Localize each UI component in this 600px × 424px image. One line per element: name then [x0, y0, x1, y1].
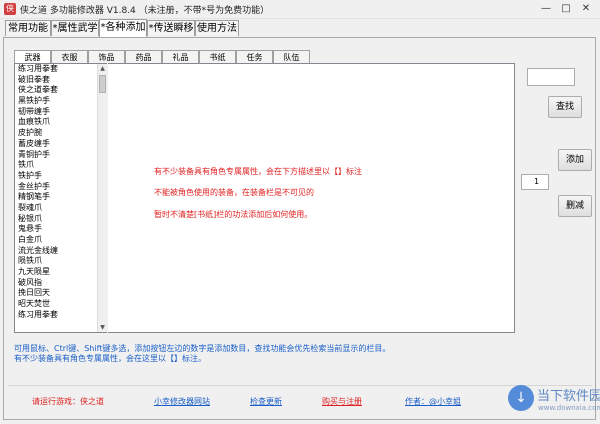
- subtab-quest[interactable]: 任务: [236, 50, 273, 63]
- subtab-medicine[interactable]: 药品: [125, 50, 162, 63]
- minimize-icon[interactable]: —: [536, 2, 556, 16]
- footer-divider: [8, 385, 592, 386]
- subtab-clothes[interactable]: 衣服: [51, 50, 88, 63]
- list-item[interactable]: 鬼悬手: [15, 224, 106, 235]
- window-title: 侠之道 多功能修改器 V1.8.4 （未注册，不带*号为免费功能）: [20, 6, 270, 16]
- description-line: 不能被角色使用的装备，在装备栏是不可见的: [154, 188, 314, 197]
- tab-add-items[interactable]: *各种添加: [99, 19, 147, 37]
- list-item[interactable]: 铁爪: [15, 160, 106, 171]
- list-item[interactable]: 韧带缠手: [15, 107, 106, 118]
- subtab-weapon[interactable]: 武器: [14, 50, 51, 63]
- close-icon[interactable]: ✕: [576, 2, 596, 16]
- list-item[interactable]: 练习用拳套: [15, 64, 106, 75]
- list-scrollbar[interactable]: ▲ ▼: [97, 64, 107, 332]
- list-item[interactable]: 挽日回天: [15, 288, 106, 299]
- maximize-icon[interactable]: □: [556, 2, 576, 16]
- add-button[interactable]: 添加: [558, 149, 592, 171]
- list-item[interactable]: 陨铁爪: [15, 256, 106, 267]
- watermark: ↓ 当下软件园 www.downxia.com: [508, 380, 600, 424]
- description-panel: 有不少装备具有角色专属属性，会在下方描述里以【】标注 不能被角色使用的装备，在装…: [108, 63, 515, 333]
- description-line: 暂时不清楚[书纸]栏的功法添加后如何使用。: [154, 210, 313, 219]
- delete-button[interactable]: 删减: [558, 195, 592, 217]
- attribute-hint: 有不少装备具有角色专属属性，会在这里以【】标注。: [14, 354, 206, 363]
- scroll-thumb[interactable]: [99, 75, 106, 93]
- quantity-input[interactable]: 1: [521, 174, 549, 190]
- list-item[interactable]: 昭天焚世: [15, 299, 106, 310]
- subtab-party[interactable]: 队伍: [273, 50, 310, 63]
- tab-attributes[interactable]: *属性武学: [51, 20, 99, 36]
- website-link[interactable]: 小幸修改器网站: [154, 396, 210, 407]
- watermark-title: 当下软件园: [537, 389, 600, 404]
- list-item[interactable]: 白金爪: [15, 235, 106, 246]
- subtab-gift[interactable]: 礼品: [162, 50, 199, 63]
- watermark-url: www.downxia.com: [538, 404, 600, 412]
- scroll-up-icon[interactable]: ▲: [98, 64, 107, 73]
- description-line: 有不少装备具有角色专属属性，会在下方描述里以【】标注: [154, 167, 362, 176]
- subtab-books[interactable]: 书纸: [199, 50, 236, 63]
- list-item[interactable]: 皮护腕: [15, 128, 106, 139]
- search-button[interactable]: 查找: [548, 96, 582, 118]
- list-item[interactable]: 秘银爪: [15, 214, 106, 225]
- list-item[interactable]: 练习用拳套: [15, 310, 106, 321]
- author-link[interactable]: 作者：@小幸姐: [405, 396, 461, 407]
- watermark-logo-icon: ↓: [508, 385, 534, 411]
- game-status: 请运行游戏：侠之道: [32, 397, 104, 406]
- list-item[interactable]: 青铜护手: [15, 150, 106, 161]
- tab-teleport[interactable]: *传送瞬移: [147, 20, 195, 36]
- tab-common[interactable]: 常用功能: [5, 20, 51, 36]
- list-item[interactable]: 九天陨星: [15, 267, 106, 278]
- app-icon: 侠: [4, 3, 16, 15]
- register-link[interactable]: 购买与注册: [322, 396, 362, 407]
- list-item[interactable]: 黑铁护手: [15, 96, 106, 107]
- list-item[interactable]: 金丝护手: [15, 182, 106, 193]
- list-item[interactable]: 血痕铁爪: [15, 117, 106, 128]
- item-list[interactable]: 练习用拳套 破旧拳套 侠之道拳套 黑铁护手 韧带缠手 血痕铁爪 皮护腕 蓄皮缠手…: [14, 63, 107, 333]
- check-update-link[interactable]: 检查更新: [250, 396, 282, 407]
- tab-usage[interactable]: 使用方法: [195, 20, 239, 36]
- search-input[interactable]: [527, 68, 575, 86]
- list-item[interactable]: 侠之道拳套: [15, 85, 106, 96]
- list-item[interactable]: 破旧拳套: [15, 75, 106, 86]
- list-item[interactable]: 精钢笔手: [15, 192, 106, 203]
- subtab-accessory[interactable]: 饰品: [88, 50, 125, 63]
- list-item[interactable]: 流光金线缠: [15, 246, 106, 257]
- title-bar: 侠 侠之道 多功能修改器 V1.8.4 （未注册，不带*号为免费功能） — □ …: [0, 0, 600, 19]
- list-item[interactable]: 铁护手: [15, 171, 106, 182]
- list-item[interactable]: 蓄皮缠手: [15, 139, 106, 150]
- scroll-down-icon[interactable]: ▼: [98, 323, 107, 332]
- list-item[interactable]: 裂魂爪: [15, 203, 106, 214]
- list-item[interactable]: 破风指: [15, 278, 106, 289]
